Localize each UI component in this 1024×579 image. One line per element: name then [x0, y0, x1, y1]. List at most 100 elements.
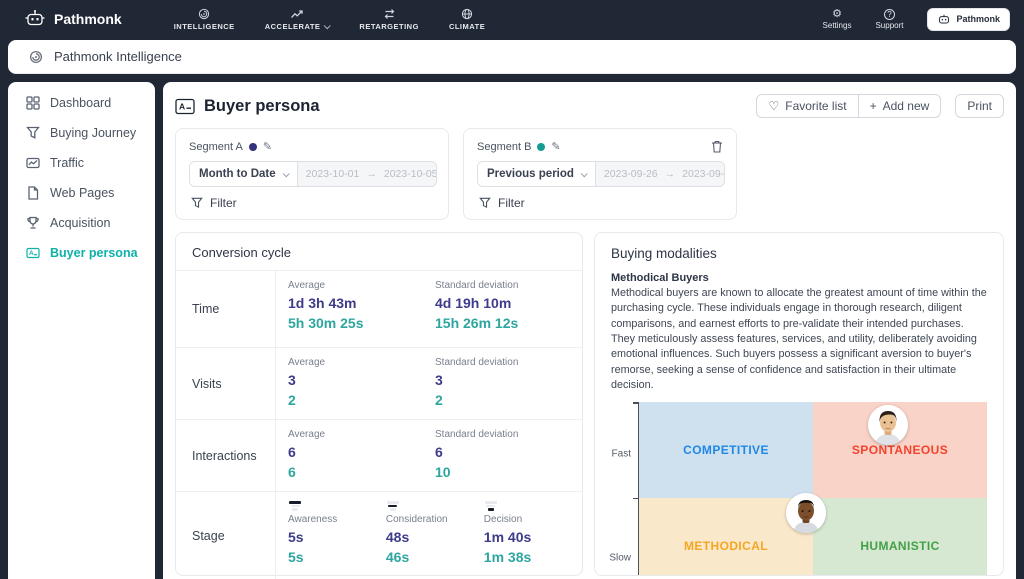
average-header: Average — [288, 280, 435, 291]
retargeting-icon — [383, 8, 396, 20]
conversion-cycle-title: Conversion cycle — [176, 233, 582, 271]
pathmonk-robot-icon — [937, 13, 951, 26]
row-label: Interactions — [176, 420, 276, 491]
stage-header: Consideration — [386, 514, 484, 525]
gear-icon: ⚙ — [832, 8, 842, 20]
chevron-down-icon — [282, 170, 289, 177]
segment-b-filter-button[interactable]: Filter — [477, 196, 723, 210]
segment-a-value: 6 — [288, 442, 435, 462]
question-icon: ? — [884, 9, 895, 20]
account-button[interactable]: Pathmonk — [927, 8, 1010, 31]
segment-b-card: Segment B ✎ Previous period — [463, 128, 737, 220]
main-panel: A Buyer persona ♡ Favorite list + Add ne… — [163, 82, 1016, 579]
quadrant-competitive: COMPETITIVE — [639, 402, 813, 498]
nav-item-label: RETARGETING — [359, 22, 419, 31]
segment-b-value: 15h 26m 12s — [435, 313, 582, 333]
segment-b-name: Segment B — [477, 141, 531, 153]
edit-pencil-icon[interactable]: ✎ — [263, 140, 272, 153]
chevron-down-icon — [324, 22, 331, 29]
sidebar-item-traffic[interactable]: Traffic — [8, 148, 155, 178]
consideration-stage-icon — [386, 501, 400, 511]
segment-b-period-select[interactable]: Previous period — [478, 162, 596, 186]
segment-a-date-range: 2023-10-01 → 2023-10-05 — [298, 162, 437, 186]
svg-text:A: A — [29, 250, 34, 257]
nav-item-intelligence[interactable]: INTELLIGENCE — [174, 8, 235, 31]
segment-a-value: 48s — [386, 527, 484, 547]
sidebar-item-web-pages[interactable]: Web Pages — [8, 178, 155, 208]
awareness-stage-icon — [288, 501, 302, 511]
table-row-visits: Visits Average 3 2 Standard deviation 3 … — [176, 348, 582, 420]
add-new-label: Add new — [883, 99, 930, 113]
edit-pencil-icon[interactable]: ✎ — [551, 140, 560, 153]
page-header: A Buyer persona ♡ Favorite list + Add ne… — [175, 94, 1004, 118]
segment-a-period-select[interactable]: Month to Date — [190, 162, 298, 186]
header-button-group: ♡ Favorite list + Add new — [756, 94, 941, 118]
support-button[interactable]: ? Support — [875, 9, 903, 30]
pathmonk-logo-icon — [24, 9, 46, 29]
segment-a-card: Segment A ✎ Month to Date 2023-10-01 → 2… — [175, 128, 449, 220]
sidebar: Dashboard Buying Journey Traffic — [8, 82, 155, 579]
segment-a-value: 1m 40s — [484, 527, 582, 547]
segment-b-value: 1m 38s — [484, 547, 582, 567]
quadrant-plot: COMPETITIVE SPONTANEOUS METHODICAL HUMAN… — [638, 402, 987, 576]
accelerate-icon — [290, 8, 304, 20]
settings-label: Settings — [823, 21, 852, 30]
segment-b-value: 10 — [435, 462, 582, 482]
row-label: Visits — [176, 348, 276, 419]
segment-b-value: 6 — [288, 462, 435, 482]
period-value: Previous period — [487, 168, 574, 180]
segment-a-value: 5s — [288, 527, 386, 547]
sidebar-item-label: Dashboard — [50, 96, 111, 110]
favorite-list-button[interactable]: ♡ Favorite list — [756, 94, 858, 118]
table-row-interactions: Interactions Average 6 6 Standard deviat… — [176, 420, 582, 492]
sidebar-item-label: Buyer persona — [50, 246, 138, 260]
sidebar-item-buying-journey[interactable]: Buying Journey — [8, 118, 155, 148]
y-axis-label-slow: Slow — [609, 553, 631, 564]
segment-a-value: 6 — [435, 442, 582, 462]
segment-a-color-dot — [249, 143, 257, 151]
top-nav-utilities: ⚙ Settings ? Support Pathmonk — [823, 8, 1010, 31]
settings-button[interactable]: ⚙ Settings — [823, 8, 852, 30]
date-from: 2023-10-01 — [306, 168, 360, 180]
segment-b-color-dot — [537, 143, 545, 151]
brand[interactable]: Pathmonk — [24, 9, 122, 29]
nav-item-label: INTELLIGENCE — [174, 22, 235, 31]
nav-item-climate[interactable]: CLIMATE — [449, 8, 485, 31]
segment-b-value: 2 — [435, 390, 582, 410]
nav-item-accelerate[interactable]: ACCELERATE — [265, 8, 330, 31]
date-to: 2023-09-30 — [682, 168, 725, 180]
intelligence-icon — [198, 8, 210, 20]
sidebar-item-acquisition[interactable]: Acquisition — [8, 208, 155, 238]
subheader-title: Pathmonk Intelligence — [54, 49, 182, 64]
average-header: Average — [288, 429, 435, 440]
table-row-time: Time Average 1d 3h 43m 5h 30m 25s Standa… — [176, 271, 582, 348]
segment-b-value: 5h 30m 25s — [288, 313, 435, 333]
sidebar-item-label: Acquisition — [50, 216, 110, 230]
nav-item-retargeting[interactable]: RETARGETING — [359, 8, 419, 31]
segment-a-value: 3 — [288, 370, 435, 390]
filter-label: Filter — [210, 196, 237, 210]
stage-header: Awareness — [288, 514, 386, 525]
conversion-cycle-card: Conversion cycle Time Average 1d 3h 43m … — [175, 232, 583, 576]
top-nav-menu: INTELLIGENCE ACCELERATE RETARGETING — [174, 8, 486, 31]
sidebar-item-dashboard[interactable]: Dashboard — [8, 88, 155, 118]
header-actions: ♡ Favorite list + Add new Print — [756, 94, 1004, 118]
segment-a-value: 3 — [435, 370, 582, 390]
segment-a-name: Segment A — [189, 141, 243, 153]
average-header: Average — [288, 357, 435, 368]
heart-icon: ♡ — [768, 99, 779, 113]
segment-a-filter-button[interactable]: Filter — [189, 196, 435, 210]
arrow-right-icon: → — [665, 168, 676, 180]
chevron-down-icon — [581, 170, 588, 177]
delete-trash-icon[interactable] — [711, 140, 723, 153]
std-dev-header: Standard deviation — [435, 357, 582, 368]
print-label: Print — [967, 99, 992, 113]
subheader-bar: Pathmonk Intelligence — [8, 40, 1016, 74]
funnel-icon — [26, 126, 40, 140]
sidebar-item-buyer-persona[interactable]: A Buyer persona — [8, 238, 155, 268]
date-to: 2023-10-05 — [384, 168, 437, 180]
print-button[interactable]: Print — [955, 94, 1004, 118]
add-new-button[interactable]: + Add new — [859, 94, 942, 118]
quadrant-humanistic: HUMANISTIC — [813, 498, 987, 576]
segments-row: Segment A ✎ Month to Date 2023-10-01 → 2… — [175, 128, 1004, 220]
